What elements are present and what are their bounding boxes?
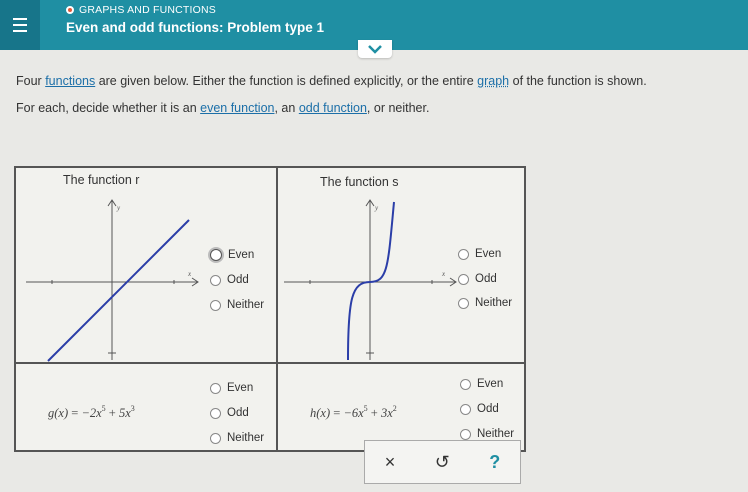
option-label: Even xyxy=(477,378,504,390)
clear-button[interactable]: × xyxy=(385,452,396,473)
intro-text: For each, decide whether it is an xyxy=(16,101,201,115)
formula-lhs: g(x) xyxy=(48,406,69,420)
r-even-option[interactable]: Even xyxy=(210,249,254,261)
r-odd-option[interactable]: Odd xyxy=(210,274,249,286)
formula-lhs: h(x) xyxy=(310,406,331,420)
h-odd-option[interactable]: Odd xyxy=(460,403,499,415)
formula-term: −6x xyxy=(343,406,364,420)
option-label: Neither xyxy=(227,299,265,311)
g-neither-option[interactable]: Neither xyxy=(210,432,264,444)
formula-equals: = xyxy=(71,406,79,420)
s-neither-option[interactable]: Neither xyxy=(458,297,512,309)
radio-button[interactable] xyxy=(210,299,221,311)
y-axis-label: y xyxy=(116,204,121,212)
function-r-curve xyxy=(47,219,190,362)
option-label: Odd xyxy=(475,273,497,285)
y-axis-label: y xyxy=(374,204,379,212)
graph-s: y x xyxy=(284,199,457,361)
radio-button[interactable] xyxy=(458,273,469,285)
even-function-link[interactable]: even function xyxy=(200,101,274,115)
g-even-option[interactable]: Even xyxy=(210,382,253,394)
problems-grid: The function r y x Even Odd Neither The … xyxy=(14,166,526,452)
function-r-label: The function r xyxy=(63,173,140,187)
option-label: Even xyxy=(227,382,254,394)
graph-link[interactable]: graph xyxy=(477,74,509,88)
radio-button[interactable] xyxy=(458,248,469,260)
chevron-down-icon xyxy=(368,44,382,54)
instructions-line-1: Four functions are given below. Either t… xyxy=(16,74,647,88)
formula-exponent: 2 xyxy=(392,404,397,413)
formula-exponent: 5 xyxy=(363,404,368,413)
radio-button[interactable] xyxy=(210,274,221,286)
h-neither-option[interactable]: Neither xyxy=(460,428,514,440)
odd-function-link[interactable]: odd function xyxy=(299,101,367,115)
problem-s: The function s y x Even Odd Neither xyxy=(277,167,525,363)
radio-button[interactable] xyxy=(210,249,222,261)
formula-operator: + xyxy=(370,406,378,420)
formula-term: −2x xyxy=(81,406,102,420)
problem-r: The function r y x Even Odd Neither xyxy=(15,167,277,363)
option-label: Even xyxy=(228,249,255,261)
formula-exponent: 3 xyxy=(130,404,135,413)
radio-button[interactable] xyxy=(210,407,221,419)
formula-g: g(x) = −2x5 + 5x3 xyxy=(48,404,135,421)
s-even-option[interactable]: Even xyxy=(458,248,501,260)
problem-h: h(x) = −6x5 + 3x2 Even Odd Neither xyxy=(277,363,525,451)
breadcrumb: GRAPHS AND FUNCTIONS xyxy=(66,4,216,16)
page-title: Even and odd functions: Problem type 1 xyxy=(66,20,325,35)
functions-link[interactable]: functions xyxy=(45,74,95,88)
option-label: Odd xyxy=(227,274,249,286)
topic-status-icon xyxy=(66,6,74,14)
radio-button[interactable] xyxy=(458,297,469,309)
answer-toolbar: × ↺ ? xyxy=(364,440,521,484)
option-label: Neither xyxy=(477,428,515,440)
intro-text: , or neither. xyxy=(366,101,430,115)
graph-r: y x xyxy=(26,199,199,362)
intro-text: of the function is shown. xyxy=(509,74,647,88)
function-s-curve xyxy=(347,201,395,361)
formula-h: h(x) = −6x5 + 3x2 xyxy=(310,404,397,421)
formula-exponent: 5 xyxy=(101,404,106,413)
collapse-header-button[interactable] xyxy=(358,40,392,58)
radio-button[interactable] xyxy=(210,432,221,444)
intro-text: , an xyxy=(274,101,299,115)
hamburger-icon xyxy=(13,17,27,33)
radio-button[interactable] xyxy=(460,428,471,440)
radio-button[interactable] xyxy=(460,403,471,415)
breadcrumb-text: GRAPHS AND FUNCTIONS xyxy=(79,4,217,16)
formula-term: 3x xyxy=(380,406,393,420)
radio-button[interactable] xyxy=(210,382,221,394)
intro-text: Four xyxy=(16,74,46,88)
s-odd-option[interactable]: Odd xyxy=(458,273,497,285)
option-label: Odd xyxy=(477,403,499,415)
x-axis-label: x xyxy=(441,270,446,278)
option-label: Neither xyxy=(475,297,513,309)
g-odd-option[interactable]: Odd xyxy=(210,407,249,419)
function-s-label: The function s xyxy=(320,175,399,189)
option-label: Neither xyxy=(227,432,265,444)
problem-g: g(x) = −2x5 + 5x3 Even Odd Neither xyxy=(15,363,277,451)
menu-button[interactable] xyxy=(0,0,40,50)
option-label: Odd xyxy=(227,407,249,419)
h-even-option[interactable]: Even xyxy=(460,378,503,390)
r-neither-option[interactable]: Neither xyxy=(210,299,264,311)
formula-operator: + xyxy=(108,406,116,420)
help-button[interactable]: ? xyxy=(489,452,500,473)
undo-button[interactable]: ↺ xyxy=(435,452,450,473)
formula-equals: = xyxy=(333,406,341,420)
intro-text: are given below. Either the function is … xyxy=(95,74,478,88)
formula-term: 5x xyxy=(118,406,131,420)
x-axis-label: x xyxy=(187,270,192,278)
radio-button[interactable] xyxy=(460,378,471,390)
option-label: Even xyxy=(475,248,502,260)
instructions-line-2: For each, decide whether it is an even f… xyxy=(16,101,429,115)
